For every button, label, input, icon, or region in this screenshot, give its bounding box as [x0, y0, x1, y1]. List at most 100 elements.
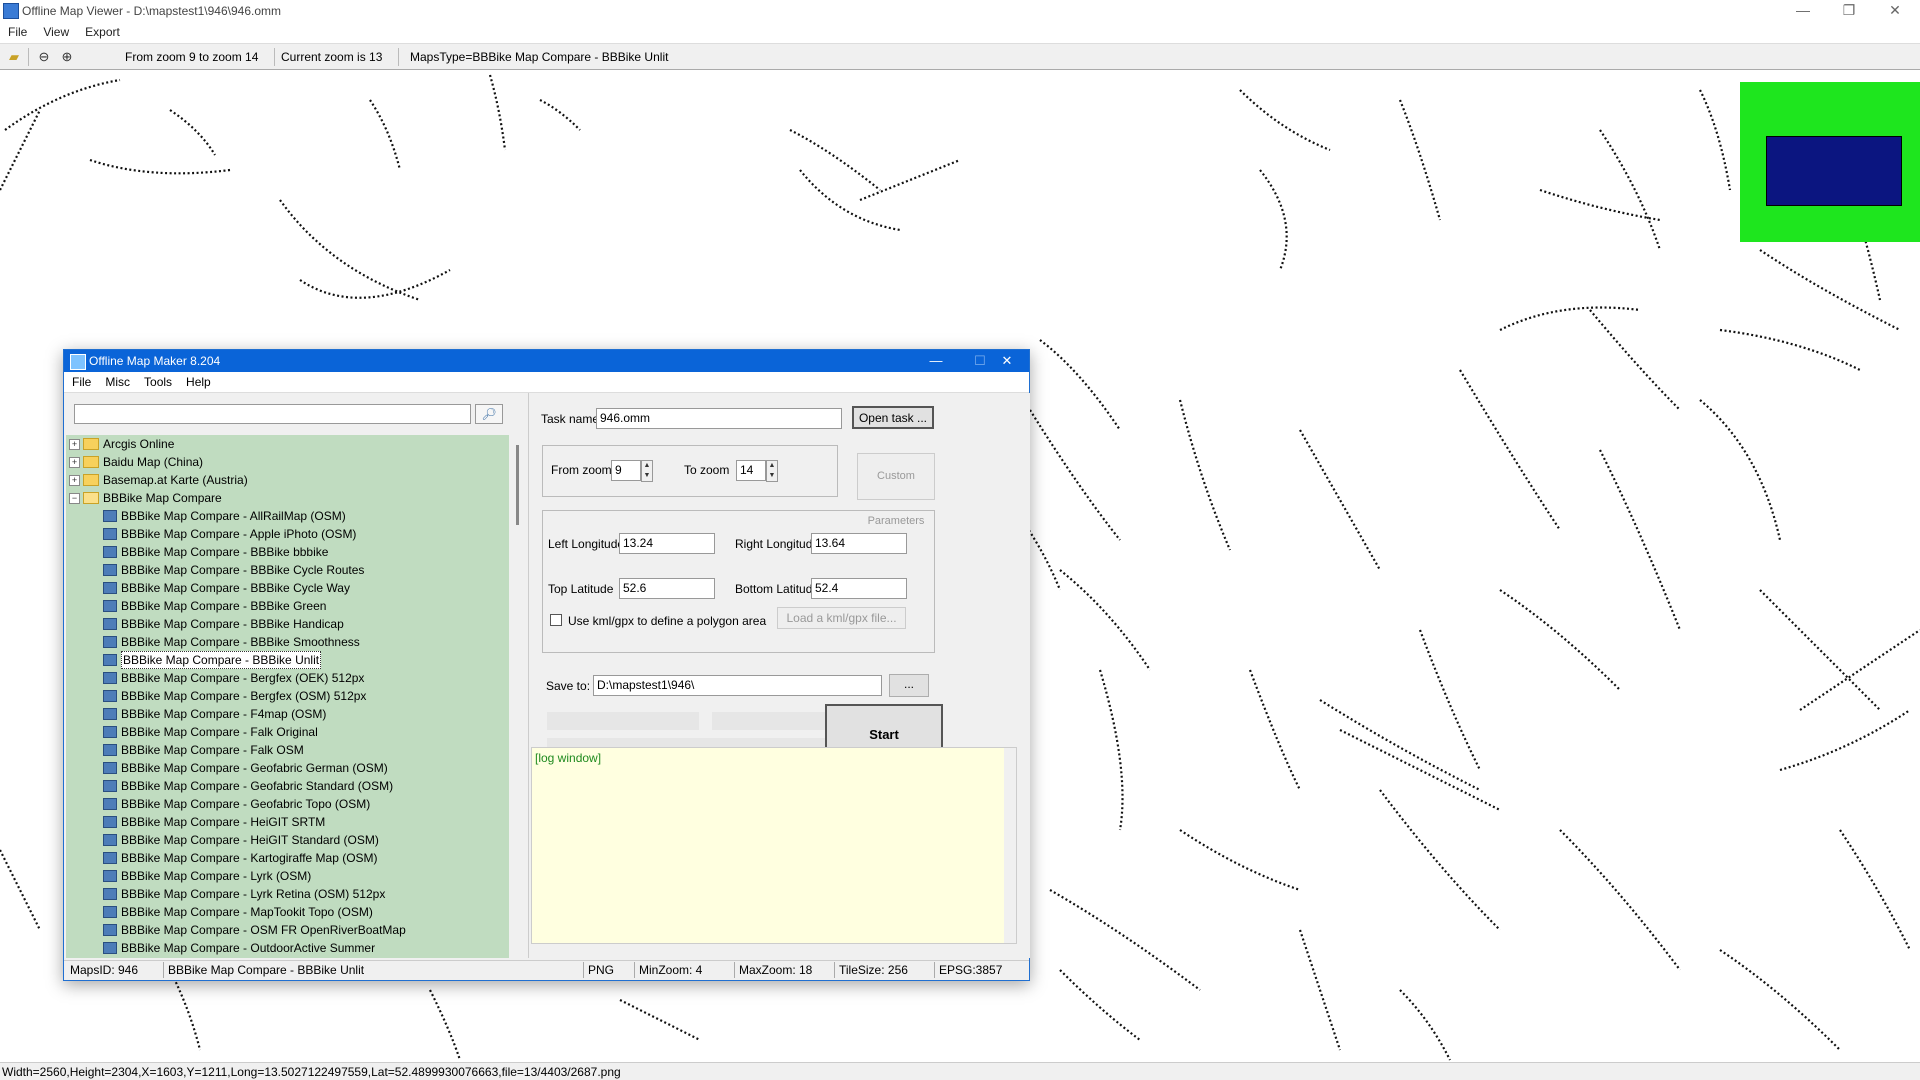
toolbar-separator — [274, 48, 275, 66]
map-source-icon — [103, 762, 117, 774]
to-zoom-spinner[interactable]: ▲ ▼ — [766, 460, 778, 482]
maker-title: Offline Map Maker 8.204 — [89, 354, 221, 368]
map-source-icon — [103, 510, 117, 522]
from-zoom-label: From zoom — [551, 463, 612, 477]
tree-map-label: BBBike Map Compare - Apple iPhoto (OSM) — [121, 527, 357, 541]
minimap[interactable] — [1740, 82, 1920, 242]
menu-file[interactable]: File — [0, 22, 35, 39]
map-source-icon — [103, 654, 117, 666]
custom-parameters-button[interactable]: Custom Parameters — [857, 453, 935, 527]
task-pane: Task name 946.omm Open task ... From zoo… — [528, 393, 1030, 958]
maker-menu-help[interactable]: Help — [178, 372, 217, 389]
map-source-icon — [103, 870, 117, 882]
open-task-button[interactable]: Open task ... — [852, 406, 934, 429]
map-source-icon — [103, 546, 117, 558]
viewer-menubar: File View Export — [0, 22, 1920, 42]
toolbar-separator — [28, 48, 29, 66]
map-source-icon — [103, 690, 117, 702]
expand-icon[interactable]: + — [69, 457, 80, 468]
zoom-out-icon[interactable]: ⊖ — [35, 48, 53, 66]
tree-map-label: BBBike Map Compare - Lyrk (OSM) — [121, 869, 312, 883]
scrollbar-thumb[interactable] — [516, 445, 519, 525]
tree-map-label: BBBike Map Compare - MapTookit Topo (OSM… — [121, 905, 373, 919]
maps-pane: 🔎︎ + Arcgis Online + Baidu Map (China) +… — [64, 393, 528, 958]
viewer-title: Offline Map Viewer - D:\mapstest1\946\94… — [22, 4, 282, 18]
tree-map-label: BBBike Map Compare - Lyrk Retina (OSM) 5… — [121, 887, 386, 901]
zoom-range-text: From zoom 9 to zoom 14 — [125, 50, 259, 64]
log-scrollbar[interactable] — [1004, 748, 1016, 943]
right-longitude-input[interactable]: 13.64 — [811, 533, 907, 554]
tree-map-label: BBBike Map Compare - Falk Original — [121, 725, 318, 739]
minimap-viewport[interactable] — [1766, 136, 1902, 206]
map-source-icon — [103, 798, 117, 810]
map-source-icon — [103, 942, 117, 954]
open-folder-icon — [83, 492, 99, 504]
bottom-latitude-input[interactable]: 52.4 — [811, 578, 907, 599]
map-source-icon — [103, 780, 117, 792]
top-latitude-input[interactable]: 52.6 — [619, 578, 715, 599]
to-zoom-input[interactable]: 14 — [736, 460, 766, 481]
maker-menu-file[interactable]: File — [64, 372, 97, 389]
tree-folder-label: Arcgis Online — [103, 437, 175, 451]
max-zoom-status: MaxZoom: 18 — [739, 963, 813, 977]
menu-export[interactable]: Export — [77, 22, 128, 39]
spin-down-icon[interactable]: ▼ — [642, 471, 652, 481]
expand-icon[interactable]: + — [69, 475, 80, 486]
log-window[interactable]: [log window] — [531, 747, 1017, 944]
status-separator — [634, 962, 635, 978]
map-source-icon — [103, 816, 117, 828]
maker-close-icon[interactable]: ✕ — [985, 350, 1029, 372]
spin-up-icon[interactable]: ▲ — [767, 461, 777, 471]
maker-menu-misc[interactable]: Misc — [97, 372, 136, 389]
maker-menu-tools[interactable]: Tools — [136, 372, 178, 389]
task-name-input[interactable]: 946.omm — [596, 408, 842, 429]
restore-icon[interactable]: ❐ — [1826, 0, 1872, 22]
tree-map-label: BBBike Map Compare - BBBike Cycle Way — [121, 581, 350, 595]
map-maker-window: Offline Map Maker 8.204 — ☐ ✕ File Misc To… — [63, 349, 1030, 981]
viewer-statusbar: Width=2560,Height=2304,X=1603,Y=1211,Lon… — [0, 1062, 1920, 1080]
maker-minimize-icon[interactable]: — — [914, 350, 958, 372]
tree-map-label: BBBike Map Compare - OutdoorActive Summe… — [121, 941, 376, 955]
viewer-toolbar: ▰ ⊖ ⊕ From zoom 9 to zoom 14 Current zoo… — [0, 43, 1920, 70]
maker-menubar: File Misc Tools Help — [64, 372, 1029, 393]
collapse-icon[interactable]: − — [69, 493, 80, 504]
close-icon[interactable]: ✕ — [1872, 0, 1918, 22]
map-source-icon — [103, 834, 117, 846]
maps-tree[interactable]: + Arcgis Online + Baidu Map (China) + Ba… — [66, 435, 509, 958]
top-latitude-label: Top Latitude — [548, 582, 614, 596]
menu-view[interactable]: View — [35, 22, 77, 39]
spin-down-icon[interactable]: ▼ — [767, 471, 777, 481]
minimize-icon[interactable]: — — [1780, 0, 1826, 22]
open-folder-icon[interactable]: ▰ — [5, 48, 23, 66]
task-name-label: Task name — [541, 412, 600, 426]
search-icon[interactable]: 🔎︎ — [475, 404, 503, 424]
kml-checkbox[interactable] — [550, 614, 562, 626]
tree-map-label: BBBike Map Compare - Geofabric German (O… — [121, 761, 388, 775]
zoom-in-icon[interactable]: ⊕ — [58, 48, 76, 66]
status-separator — [834, 962, 835, 978]
map-source-icon — [103, 618, 117, 630]
tree-map-label: BBBike Map Compare - Geofabric Topo (OSM… — [121, 797, 371, 811]
browse-button[interactable]: ... — [889, 674, 929, 697]
load-kml-button[interactable]: Load a kml/gpx file... — [777, 607, 906, 629]
left-longitude-input[interactable]: 13.24 — [619, 533, 715, 554]
spin-up-icon[interactable]: ▲ — [642, 461, 652, 471]
toolbar-separator — [398, 48, 399, 66]
tree-scrollbar[interactable] — [512, 435, 524, 958]
map-source-icon — [103, 528, 117, 540]
tree-map-label: BBBike Map Compare - Falk OSM — [121, 743, 304, 757]
current-zoom-text: Current zoom is 13 — [281, 50, 383, 64]
from-zoom-spinner[interactable]: ▲ ▼ — [641, 460, 653, 482]
maps-search-input[interactable] — [74, 404, 471, 424]
save-to-input[interactable]: D:\mapstest1\946\ — [593, 675, 882, 696]
viewer-titlebar: Offline Map Viewer - D:\mapstest1\946\94… — [0, 0, 1920, 22]
tree-map-label: BBBike Map Compare - BBBike Smoothness — [121, 635, 360, 649]
tree-map-label: BBBike Map Compare - BBBike Cycle Routes — [121, 563, 365, 577]
folder-icon — [83, 474, 99, 486]
status-separator — [734, 962, 735, 978]
tree-map-label: BBBike Map Compare - Bergfex (OSM) 512px — [121, 689, 367, 703]
status-separator — [583, 962, 584, 978]
folder-icon — [83, 438, 99, 450]
expand-icon[interactable]: + — [69, 439, 80, 450]
from-zoom-input[interactable]: 9 — [611, 460, 641, 481]
